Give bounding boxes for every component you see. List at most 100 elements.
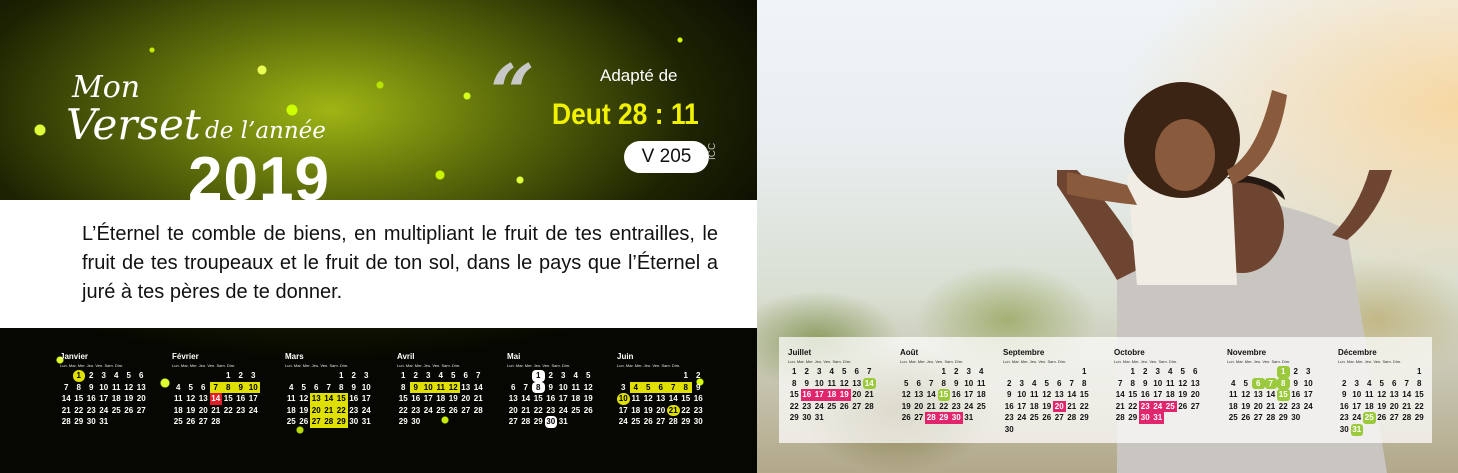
day-cell: 6 bbox=[139, 371, 144, 380]
empty-cell bbox=[1240, 366, 1253, 378]
day-cell: 2 bbox=[804, 367, 809, 376]
day-cell: 6 bbox=[1252, 377, 1265, 390]
day-cell: 14 bbox=[1266, 390, 1276, 400]
day-cell: 12 bbox=[1178, 378, 1188, 388]
empty-cell bbox=[520, 370, 533, 382]
day-cell: 26 bbox=[643, 417, 653, 427]
weekday-header: Lun. Mar. Mer. Jeu. Ven. Sam. Dim. bbox=[788, 359, 852, 364]
day-cell: 3 bbox=[1354, 378, 1359, 388]
day-cell: 11 bbox=[1030, 390, 1039, 400]
day-cell: 3 bbox=[364, 371, 369, 380]
day-cell: 4 bbox=[1032, 378, 1037, 388]
day-cell: 8 bbox=[1082, 378, 1087, 388]
day-cell: 3 bbox=[426, 371, 431, 380]
day-cell: 10 bbox=[964, 378, 974, 388]
empty-cell bbox=[1252, 366, 1265, 378]
day-cell: 10 bbox=[1017, 390, 1027, 400]
day-cell: 7 bbox=[326, 382, 331, 392]
day-cell: 2 bbox=[548, 371, 553, 380]
day-cell: 4 bbox=[438, 371, 443, 380]
day-cell: 1 bbox=[226, 371, 231, 380]
day-cell: 9 bbox=[696, 382, 701, 392]
day-cell: 3 bbox=[1306, 367, 1311, 376]
day-cell: 12 bbox=[583, 382, 593, 392]
day-cell: 3 bbox=[621, 382, 626, 392]
day-cell: 13 bbox=[1389, 390, 1399, 400]
day-cell: 2 bbox=[1342, 378, 1347, 388]
day-cell: 22 bbox=[398, 405, 408, 415]
day-cell: 11 bbox=[287, 394, 296, 404]
month-septembre: Septembre Lun. Mar. Mer. Jeu. Ven. Sam. D… bbox=[1003, 348, 1091, 436]
day-cell: 15 bbox=[335, 393, 348, 405]
day-cell: 15 bbox=[789, 390, 799, 400]
day-cell: 10 bbox=[558, 382, 568, 392]
empty-cell bbox=[1016, 366, 1029, 378]
day-cell: 27 bbox=[1054, 413, 1064, 423]
day-cell: 18 bbox=[571, 394, 581, 404]
day-cell: 7 bbox=[1264, 377, 1277, 390]
day-cell: 25 bbox=[1363, 412, 1376, 424]
day-cell: 19 bbox=[448, 394, 458, 404]
day-grid: 1 2 3 4 5 6 7 8 9 10 11 12 13 14 15 16 17 18 19 20 21 22 23 24 2… bbox=[60, 370, 148, 428]
day-cell: 24 bbox=[814, 401, 824, 411]
month-name: Septembre bbox=[1003, 348, 1045, 357]
month-novembre: Novembre Lun. Mar. Mer. Jeu. Ven. Sam. Di… bbox=[1227, 348, 1315, 424]
day-cell: 20 bbox=[1389, 401, 1399, 411]
day-grid: 1 2 3 4 5 6 7 8 9 10 11 12 13 14 15 16 17 18 19 20 21 22 23 24 2… bbox=[397, 370, 485, 428]
day-cell: 15 bbox=[398, 394, 408, 404]
day-cell: 10 bbox=[1352, 390, 1362, 400]
day-cell: 19 bbox=[1178, 390, 1188, 400]
day-cell: 28 bbox=[1115, 413, 1125, 423]
day-cell: 2 bbox=[1143, 367, 1148, 376]
day-cell: 1 bbox=[1130, 367, 1135, 376]
day-cell: 7 bbox=[64, 382, 69, 392]
empty-cell bbox=[667, 370, 680, 382]
day-cell: 30 bbox=[802, 413, 812, 423]
day-cell: 12 bbox=[901, 390, 911, 400]
day-cell: 13 bbox=[656, 394, 666, 404]
day-cell: 1 bbox=[941, 367, 946, 376]
day-cell: 28 bbox=[1402, 413, 1412, 423]
day-cell: 26 bbox=[839, 401, 849, 411]
day-cell: 14 bbox=[1067, 390, 1077, 400]
day-cell: 14 bbox=[61, 394, 71, 404]
day-cell: 20 bbox=[914, 401, 924, 411]
day-cell: 12 bbox=[1241, 390, 1251, 400]
day-cell: 7 bbox=[476, 371, 481, 380]
empty-cell bbox=[1053, 366, 1066, 378]
day-cell: 19 bbox=[124, 394, 134, 404]
title-block: Mon Verset de l’année 2019 bbox=[60, 70, 360, 214]
day-cell: 12 bbox=[839, 378, 849, 388]
day-cell: 21 bbox=[667, 404, 680, 417]
month-décembre: Décembre Lun. Mar. Mer. Jeu. Ven. Sam. Di… bbox=[1338, 348, 1426, 436]
day-cell: 28 bbox=[322, 416, 335, 428]
day-cell: 23 bbox=[1339, 413, 1349, 423]
day-cell: 6 bbox=[916, 378, 921, 388]
day-cell: 10 bbox=[247, 381, 260, 394]
day-cell: 18 bbox=[825, 389, 838, 401]
day-cell: 27 bbox=[136, 405, 146, 415]
day-cell: 21 bbox=[61, 405, 71, 415]
day-cell: 3 bbox=[1019, 378, 1024, 388]
day-cell: 2 bbox=[1007, 378, 1012, 388]
day-cell: 11 bbox=[571, 382, 580, 392]
day-grid: 1 2 3 4 5 6 7 8 9 10 11 12 13 14 15 16 17 18 19 20 21 22 23 24 2… bbox=[900, 366, 988, 424]
empty-cell bbox=[60, 370, 73, 382]
day-cell: 20 bbox=[310, 404, 323, 417]
day-cell: 14 bbox=[926, 390, 936, 400]
day-cell: 24 bbox=[558, 405, 568, 415]
day-cell: 4 bbox=[629, 381, 642, 394]
day-cell: 20 bbox=[508, 405, 518, 415]
day-cell: 28 bbox=[668, 417, 678, 427]
day-cell: 24 bbox=[361, 405, 371, 415]
day-cell: 20 bbox=[1190, 390, 1200, 400]
day-cell: 9 bbox=[234, 381, 247, 394]
day-cell: 20 bbox=[656, 405, 666, 415]
day-cell: 22 bbox=[939, 401, 949, 411]
month-octobre: Octobre Lun. Mar. Mer. Jeu. Ven. Sam. Dim… bbox=[1114, 348, 1202, 424]
day-cell: 19 bbox=[1241, 401, 1251, 411]
day-cell: 1 bbox=[72, 370, 85, 382]
day-cell: 19 bbox=[838, 389, 851, 401]
weekday-header: Lun. Mar. Mer. Jeu. Ven. Sam. Dim. bbox=[285, 363, 349, 368]
day-cell: 6 bbox=[201, 382, 206, 392]
